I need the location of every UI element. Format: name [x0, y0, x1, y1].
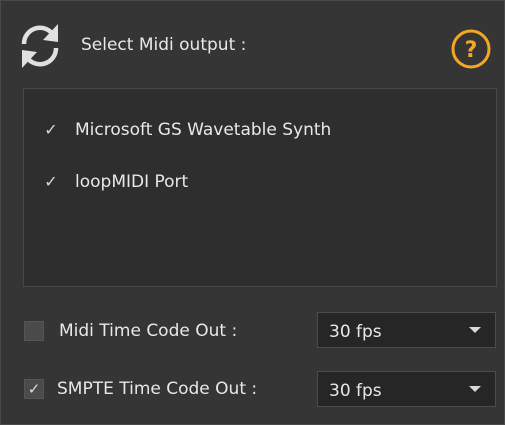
mtc-out-checkbox[interactable] [24, 321, 44, 341]
chevron-down-icon [469, 386, 481, 392]
list-item[interactable]: ✓ loopMIDI Port [43, 169, 188, 195]
midi-output-panel: Select Midi output : ? ✓ Microsoft GS Wa… [0, 0, 505, 425]
smpte-out-checkbox[interactable]: ✓ [24, 379, 44, 399]
chevron-down-icon [469, 327, 481, 333]
smpte-fps-value: 30 fps [329, 381, 382, 401]
smpte-out-label: SMPTE Time Code Out : [57, 379, 258, 399]
checkmark-icon[interactable]: ✓ [43, 174, 59, 190]
midi-output-list: ✓ Microsoft GS Wavetable Synth ✓ loopMID… [23, 88, 497, 287]
help-icon-glyph: ? [465, 38, 478, 63]
midi-output-label: loopMIDI Port [75, 172, 189, 192]
list-item[interactable]: ✓ Microsoft GS Wavetable Synth [43, 117, 331, 143]
help-icon[interactable]: ? [450, 28, 492, 70]
mtc-fps-value: 30 fps [329, 322, 382, 342]
mtc-fps-select[interactable]: 30 fps [317, 312, 496, 348]
checkmark-icon[interactable]: ✓ [43, 122, 59, 138]
panel-title: Select Midi output : [81, 35, 247, 55]
refresh-icon[interactable] [18, 20, 62, 70]
smpte-fps-select[interactable]: 30 fps [317, 371, 496, 407]
midi-output-label: Microsoft GS Wavetable Synth [75, 120, 332, 140]
mtc-out-label: Midi Time Code Out : [59, 321, 238, 341]
